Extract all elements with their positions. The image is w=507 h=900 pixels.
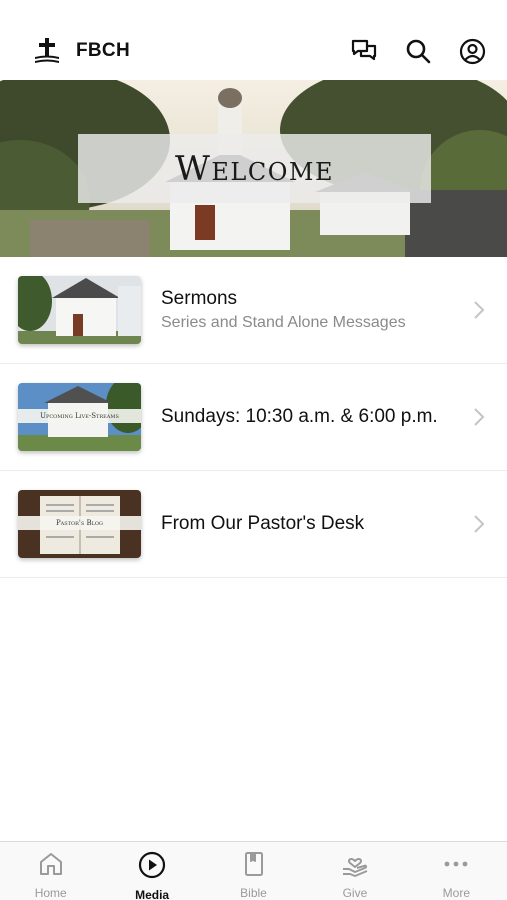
list-item-pastors-desk[interactable]: Pastor's Blog From Our Pastor's Desk	[0, 471, 507, 578]
media-list: Sermons Series and Stand Alone Messages …	[0, 257, 507, 578]
sermons-title: Sermons	[161, 288, 238, 309]
cross-logo-icon[interactable]	[30, 34, 64, 68]
welcome-title: Welcome	[174, 148, 335, 189]
more-dots-icon	[442, 851, 470, 882]
chevron-right-icon	[469, 300, 489, 320]
livestreams-caption: Upcoming Live-Streams	[18, 409, 141, 423]
home-icon	[38, 851, 64, 882]
search-icon[interactable]	[403, 36, 433, 66]
list-item-livestreams[interactable]: Upcoming Live-Streams Sundays: 10:30 a.m…	[0, 364, 507, 471]
chevron-right-icon	[469, 407, 489, 427]
pastors-blog-caption: Pastor's Blog	[18, 516, 141, 530]
pastors-desk-title: From Our Pastor's Desk	[161, 513, 365, 534]
pastors-blog-thumbnail: Pastor's Blog	[18, 490, 141, 558]
tab-media[interactable]: Media	[101, 842, 202, 900]
sermons-subtitle: Series and Stand Alone Messages	[161, 314, 406, 331]
bible-icon	[241, 851, 267, 882]
tab-bible-label: Bible	[240, 886, 267, 900]
tab-give-label: Give	[342, 886, 368, 900]
tab-give[interactable]: Give	[304, 842, 405, 900]
list-item-sermons[interactable]: Sermons Series and Stand Alone Messages	[0, 257, 507, 364]
bottom-tab-bar: Home Media Bible Give More	[0, 841, 507, 900]
give-hand-icon	[341, 851, 369, 882]
livestreams-title: Sundays: 10:30 a.m. & 6:00 p.m.	[161, 406, 438, 427]
welcome-overlay: Welcome	[78, 134, 431, 203]
tab-home-label: Home	[34, 886, 67, 900]
tab-bible[interactable]: Bible	[203, 842, 304, 900]
tab-media-label: Media	[135, 888, 170, 900]
tab-more[interactable]: More	[406, 842, 507, 900]
chat-bubbles-icon[interactable]	[349, 36, 379, 66]
livestreams-thumbnail: Upcoming Live-Streams	[18, 383, 141, 451]
app-header: FBCH	[0, 22, 507, 80]
chevron-right-icon	[469, 514, 489, 534]
tab-home[interactable]: Home	[0, 842, 101, 900]
app-brand: FBCH	[76, 40, 130, 61]
tab-more-label: More	[442, 886, 470, 900]
sermons-thumbnail	[18, 276, 141, 344]
play-circle-icon	[138, 851, 166, 884]
account-icon[interactable]	[457, 36, 487, 66]
welcome-banner[interactable]: Welcome	[0, 80, 507, 257]
